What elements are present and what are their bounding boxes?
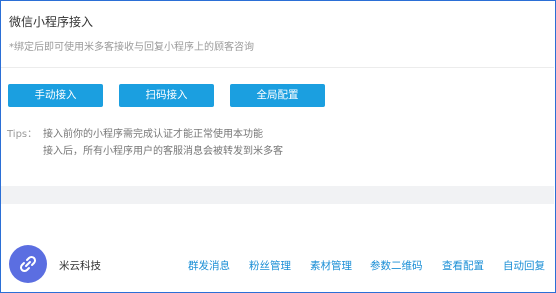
section-separator bbox=[1, 186, 554, 204]
brand-logo bbox=[9, 245, 47, 283]
account-footer bbox=[1, 204, 554, 291]
scan-connect-button[interactable]: 扫码接入 bbox=[119, 84, 214, 107]
nav-material-management[interactable]: 素材管理 bbox=[310, 258, 352, 273]
global-config-button[interactable]: 全局配置 bbox=[230, 84, 325, 107]
manual-connect-button[interactable]: 手动接入 bbox=[8, 84, 103, 107]
nav-view-config[interactable]: 查看配置 bbox=[442, 258, 484, 273]
link-icon bbox=[19, 255, 37, 273]
brand-name: 米云科技 bbox=[59, 260, 101, 272]
tips-label: Tips： bbox=[7, 129, 38, 140]
divider bbox=[1, 67, 554, 68]
tips-line-1: 接入前你的小程序需完成认证才能正常使用本功能 bbox=[43, 129, 263, 140]
nav-auto-reply[interactable]: 自动回复 bbox=[503, 258, 545, 273]
page-subtitle: *绑定后即可使用米多客接收与回复小程序上的顾客咨询 bbox=[9, 42, 254, 53]
nav-mass-message[interactable]: 群发消息 bbox=[188, 258, 230, 273]
nav-param-qrcode[interactable]: 参数二维码 bbox=[370, 258, 423, 273]
page-title: 微信小程序接入 bbox=[9, 15, 94, 29]
tips-line-2: 接入后，所有小程序用户的客服消息会被转发到米多客 bbox=[43, 146, 283, 157]
nav-fans-management[interactable]: 粉丝管理 bbox=[249, 258, 291, 273]
